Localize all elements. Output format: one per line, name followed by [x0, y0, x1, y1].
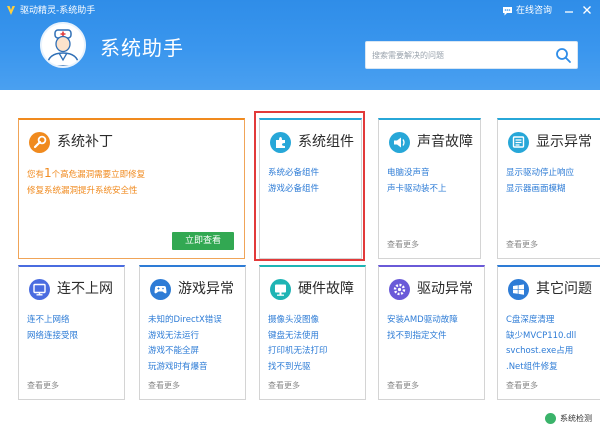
- card-patch-text: 您有1个高危漏洞需要立即修复 修复系统漏洞提升系统安全性: [27, 166, 145, 199]
- link-item[interactable]: 未知的DirectX错误: [148, 313, 222, 329]
- card-title: 系统补丁: [57, 134, 113, 150]
- card-title: 驱动异常: [417, 281, 473, 297]
- view-more-link[interactable]: 查看更多: [506, 380, 538, 391]
- card-sound-fault[interactable]: 声音故障 电脑没声音 声卡驱动装不上 查看更多: [378, 118, 481, 259]
- search-box: [365, 41, 578, 69]
- online-consult-link[interactable]: 在线咨询: [502, 5, 552, 17]
- app-logo-icon: [7, 6, 15, 15]
- view-more-link[interactable]: 查看更多: [387, 239, 419, 250]
- link-item[interactable]: 游戏无法运行: [148, 329, 222, 345]
- card-links: 系统必备组件 游戏必备组件: [268, 166, 319, 197]
- card-links: 连不上网络 网络连接受限: [27, 313, 78, 344]
- link-item[interactable]: 打印机无法打印: [268, 344, 328, 360]
- system-check-label: 系统检测: [560, 414, 592, 423]
- chat-bubble-icon: [502, 7, 512, 16]
- alert-count: 1: [44, 166, 52, 180]
- link-item[interactable]: 电脑没声音: [387, 166, 447, 182]
- card-title: 显示异常: [536, 134, 592, 150]
- card-title: 硬件故障: [298, 281, 354, 297]
- link-item[interactable]: 键盘无法使用: [268, 329, 328, 345]
- view-now-button[interactable]: 立即查看: [172, 232, 234, 250]
- card-display-error[interactable]: 显示异常 显示驱动停止响应 显示器画面模糊 查看更多: [497, 118, 600, 259]
- computer-icon: [29, 279, 50, 300]
- alert-prefix: 您有: [27, 170, 45, 180]
- card-title: 系统组件: [298, 134, 354, 150]
- card-title: 其它问题: [536, 281, 592, 297]
- card-system-components[interactable]: 系统组件 系统必备组件 游戏必备组件: [259, 118, 362, 259]
- link-item[interactable]: 安装AMD驱动故障: [387, 313, 458, 329]
- link-item[interactable]: C盘深度清理: [506, 313, 576, 329]
- view-more-link[interactable]: 查看更多: [148, 380, 180, 391]
- link-item[interactable]: 游戏必备组件: [268, 182, 319, 198]
- search-input[interactable]: [372, 45, 542, 65]
- card-hardware-fault[interactable]: 硬件故障 摄像头没图像 键盘无法使用 打印机无法打印 找不到光驱 查看更多: [259, 265, 366, 400]
- card-driver-error[interactable]: 驱动异常 安装AMD驱动故障 找不到指定文件 查看更多: [378, 265, 485, 400]
- windows-icon: [508, 279, 529, 300]
- app-title: 驱动精灵-系统助手: [20, 6, 96, 16]
- card-links: 显示驱动停止响应 显示器画面模糊: [506, 166, 574, 197]
- card-links: C盘深度清理 缺少MVCP110.dll svchost.exe占用 .Net组…: [506, 313, 576, 375]
- view-more-link[interactable]: 查看更多: [506, 239, 538, 250]
- view-more-link[interactable]: 查看更多: [27, 380, 59, 391]
- search-icon[interactable]: [555, 47, 572, 64]
- puzzle-icon: [270, 132, 291, 153]
- speaker-icon: [389, 132, 410, 153]
- patch-description[interactable]: 修复系统漏洞提升系统安全性: [27, 184, 145, 200]
- link-item[interactable]: 系统必备组件: [268, 166, 319, 182]
- page-title: 系统助手: [100, 36, 184, 60]
- card-game-error[interactable]: 游戏异常 未知的DirectX错误 游戏无法运行 游戏不能全屏 玩游戏时有爆音 …: [139, 265, 246, 400]
- link-item[interactable]: 游戏不能全屏: [148, 344, 222, 360]
- gear-icon: [389, 279, 410, 300]
- view-more-link[interactable]: 查看更多: [387, 380, 419, 391]
- header-banner: 驱动精灵-系统助手 在线咨询 系统助手: [0, 0, 600, 90]
- card-links: 安装AMD驱动故障 找不到指定文件: [387, 313, 458, 344]
- card-title: 连不上网: [57, 281, 113, 297]
- online-consult-label: 在线咨询: [515, 6, 552, 16]
- link-item[interactable]: 找不到指定文件: [387, 329, 458, 345]
- link-item[interactable]: svchost.exe占用: [506, 344, 576, 360]
- link-item[interactable]: 摄像头没图像: [268, 313, 328, 329]
- check-icon: [545, 413, 556, 424]
- card-title: 游戏异常: [178, 281, 234, 297]
- patch-alert[interactable]: 您有1个高危漏洞需要立即修复: [27, 166, 145, 184]
- minimize-icon[interactable]: [562, 3, 576, 17]
- link-item[interactable]: 连不上网络: [27, 313, 78, 329]
- doctor-avatar: [40, 22, 86, 68]
- view-more-link[interactable]: 查看更多: [268, 380, 300, 391]
- link-item[interactable]: 声卡驱动装不上: [387, 182, 447, 198]
- card-links: 摄像头没图像 键盘无法使用 打印机无法打印 找不到光驱: [268, 313, 328, 375]
- card-links: 电脑没声音 声卡驱动装不上: [387, 166, 447, 197]
- system-check-link[interactable]: 系统检测: [545, 413, 592, 424]
- link-item[interactable]: .Net组件修复: [506, 360, 576, 376]
- gamepad-icon: [150, 279, 171, 300]
- link-item[interactable]: 找不到光驱: [268, 360, 328, 376]
- alert-suffix: 个高危漏洞需要立即修复: [51, 170, 146, 180]
- doctor-icon: [42, 24, 84, 66]
- card-other-issues[interactable]: 其它问题 C盘深度清理 缺少MVCP110.dll svchost.exe占用 …: [497, 265, 600, 400]
- link-item[interactable]: 缺少MVCP110.dll: [506, 329, 576, 345]
- link-item[interactable]: 显示器画面模糊: [506, 182, 574, 198]
- wrench-icon: [29, 132, 50, 153]
- display-icon: [270, 279, 291, 300]
- link-item[interactable]: 显示驱动停止响应: [506, 166, 574, 182]
- card-links: 未知的DirectX错误 游戏无法运行 游戏不能全屏 玩游戏时有爆音: [148, 313, 222, 375]
- title-bar: 驱动精灵-系统助手 在线咨询: [0, 0, 600, 22]
- link-item[interactable]: 玩游戏时有爆音: [148, 360, 222, 376]
- close-icon[interactable]: [580, 3, 594, 17]
- card-no-network[interactable]: 连不上网 连不上网络 网络连接受限 查看更多: [18, 265, 125, 400]
- monitor-icon: [508, 132, 529, 153]
- link-item[interactable]: 网络连接受限: [27, 329, 78, 345]
- card-title: 声音故障: [417, 134, 473, 150]
